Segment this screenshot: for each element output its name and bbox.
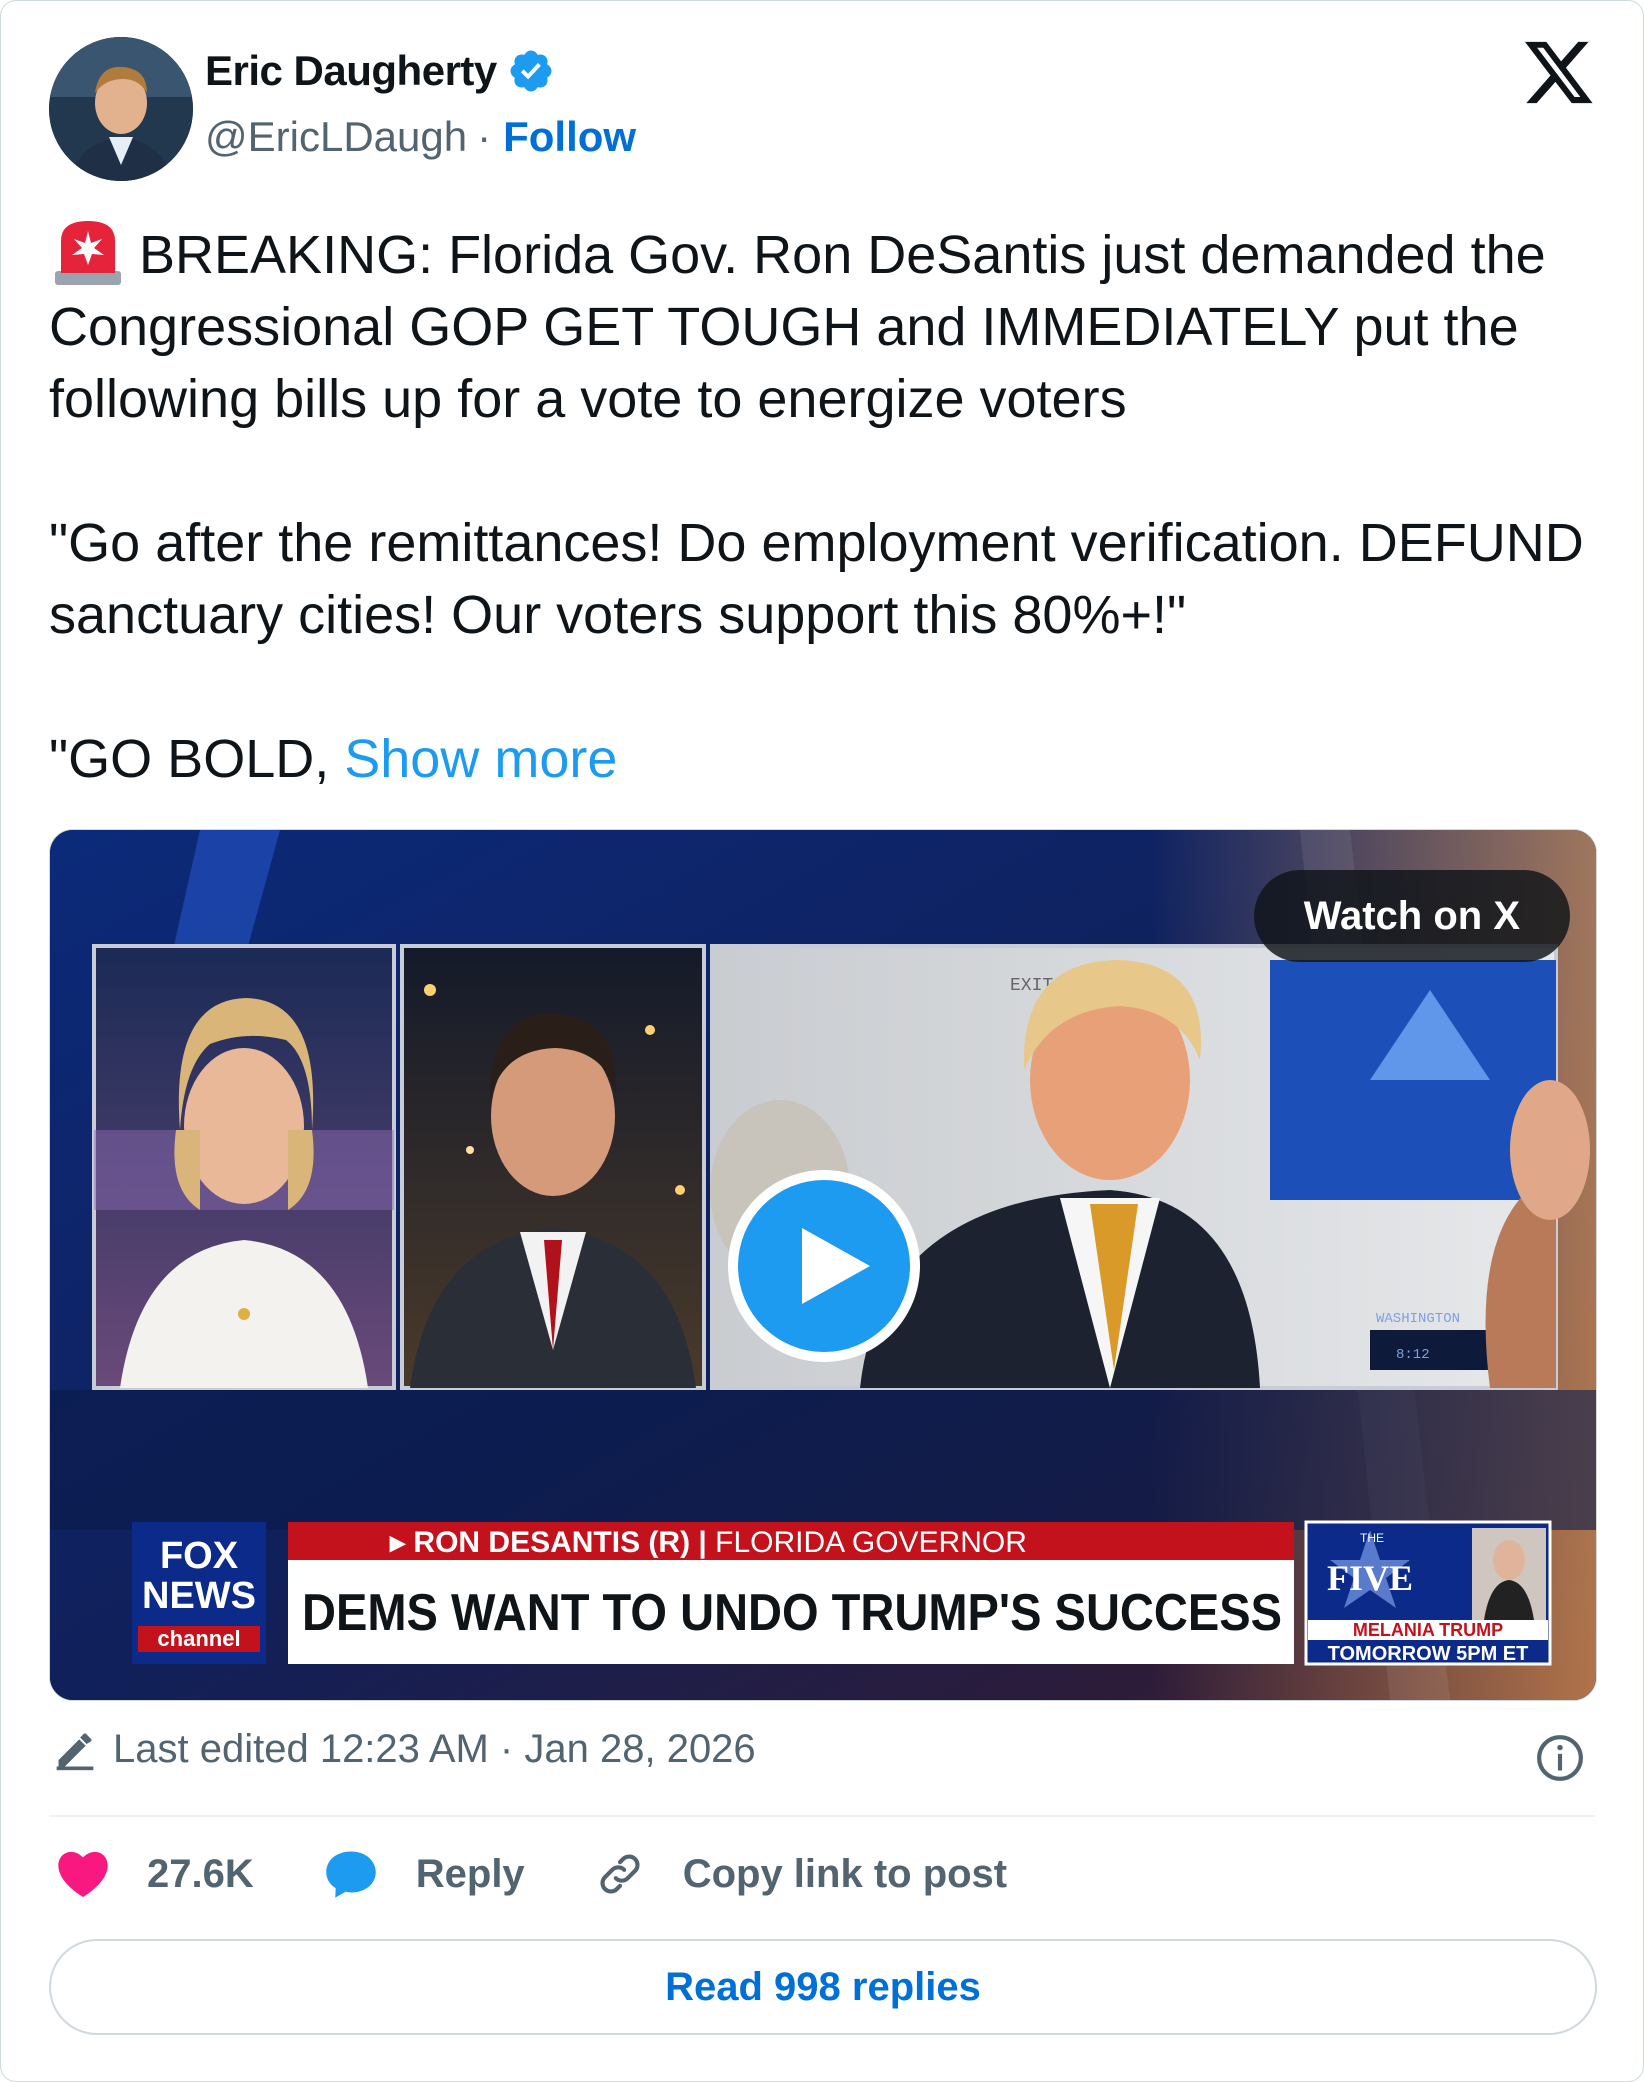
read-replies-button[interactable]: Read 998 replies: [49, 1939, 1597, 2035]
link-icon: [600, 1854, 640, 1894]
chyron-tag: RON DESANTIS (R): [413, 1526, 690, 1559]
chyron-headline: DEMS WANT TO UNDO TRUMP'S SUCCESS: [302, 1584, 1282, 1642]
post-card: Eric Daugherty @EricLDaugh · Follow BREA…: [0, 0, 1644, 2082]
avatar[interactable]: [49, 37, 193, 181]
follow-button[interactable]: Follow: [503, 113, 636, 161]
chyron-role: FLORIDA GOVERNOR: [715, 1526, 1027, 1559]
author-name[interactable]: Eric Daugherty: [205, 47, 497, 95]
copy-link-label: Copy link to post: [682, 1851, 1008, 1896]
x-logo-icon[interactable]: [1525, 41, 1595, 107]
promo-guest: MELANIA TRUMP: [1353, 1620, 1503, 1640]
author-name-row: Eric Daugherty: [205, 47, 555, 95]
siren-emoji-icon: [55, 221, 121, 285]
tweet-text: BREAKING: Florida Gov. Ron DeSantis just…: [49, 217, 1609, 795]
separator: ·: [477, 113, 492, 160]
tweet-paragraph-2: "Go after the remittances! Do employment…: [49, 513, 1584, 645]
verified-badge-icon: [510, 50, 552, 92]
pencil-icon: [56, 1733, 94, 1770]
author-handle[interactable]: @EricLDaugh: [205, 113, 467, 161]
copy-link-button[interactable]: Copy link to post: [595, 1849, 1007, 1899]
promo-show-prefix: THE: [1360, 1531, 1384, 1545]
tweet-paragraph-1: BREAKING: Florida Gov. Ron DeSantis just…: [49, 225, 1546, 429]
show-more-link[interactable]: Show more: [344, 729, 617, 789]
watch-on-x-button[interactable]: Watch on X: [1253, 870, 1570, 962]
action-bar: 27.6K Reply Copy link to post: [57, 1849, 1077, 1899]
network-line-2: NEWS: [142, 1575, 256, 1617]
reply-bubble-icon: [326, 1851, 376, 1898]
like-button[interactable]: 27.6K: [57, 1850, 254, 1898]
reply-label: Reply: [415, 1851, 525, 1896]
tweet-paragraph-3: "GO BOLD,: [49, 729, 330, 789]
location-overlay: WASHINGTON: [1376, 1311, 1460, 1327]
heart-icon: [58, 1851, 108, 1897]
network-line-1: FOX: [160, 1535, 239, 1577]
like-count: 27.6K: [147, 1851, 254, 1896]
edited-timestamp[interactable]: Last edited 12:23 AM · Jan 28, 2026: [53, 1727, 756, 1772]
video-player[interactable]: EXIT WASHINGTON 8:12 FOX NEWS channel ▸ …: [49, 829, 1597, 1701]
time-overlay: 8:12: [1396, 1347, 1430, 1363]
svg-text:▸ RON DESANTIS (R) | FLORIDA G: ▸ RON DESANTIS (R) | FLORIDA GOVERNOR: [389, 1526, 1027, 1559]
handle-row: @EricLDaugh · Follow: [205, 113, 636, 161]
network-line-3: channel: [157, 1626, 240, 1651]
divider: [49, 1815, 1595, 1817]
promo-show: FIVE: [1327, 1558, 1413, 1598]
reply-button[interactable]: Reply: [324, 1849, 525, 1899]
promo-time: TOMORROW 5PM ET: [1328, 1643, 1529, 1665]
info-icon[interactable]: [1535, 1733, 1585, 1783]
play-button-icon[interactable]: [724, 1166, 924, 1366]
edited-text: Last edited 12:23 AM · Jan 28, 2026: [113, 1727, 756, 1771]
